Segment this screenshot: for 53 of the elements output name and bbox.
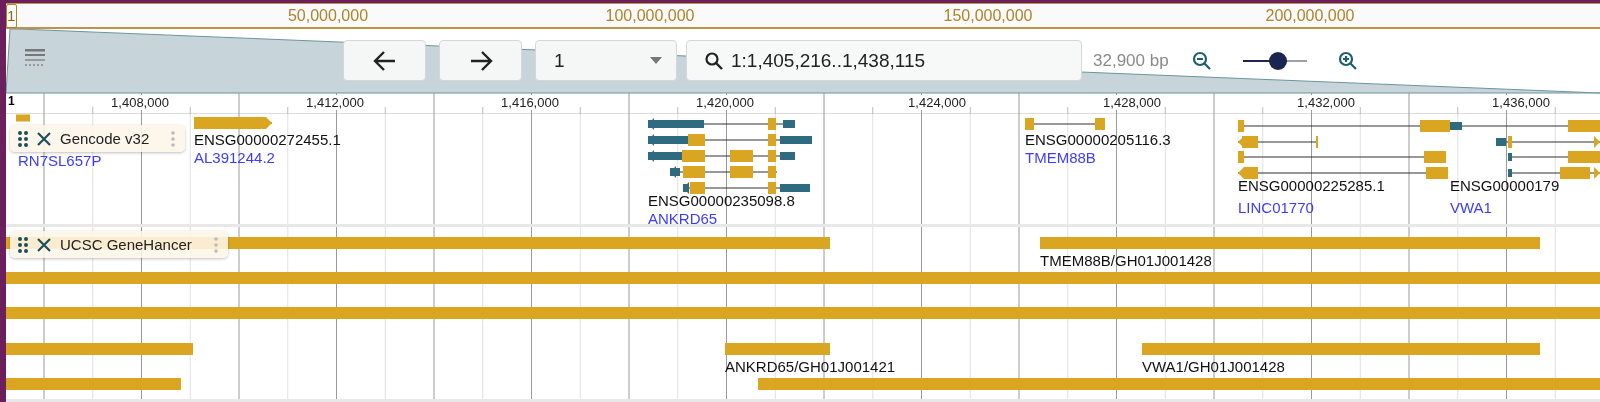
drag-handle-icon[interactable] [18,236,28,253]
region-label: VWA1/GH01J001428 [1142,358,1285,375]
zoom-out-icon[interactable] [1191,50,1212,71]
ruler-tick-label: 1,408,000 [109,94,171,110]
zoom-in-icon[interactable] [1337,50,1358,71]
gene-name-label: RN7SL657P [18,152,102,169]
feature-id-label: ENSG00000205116.3 [1025,131,1171,148]
overview-chromosome-label: 1 [6,4,17,28]
gene-glyph[interactable] [1237,120,1451,179]
feature-id-label: ENSG00000225285.1 [1238,177,1385,194]
region-select[interactable]: 1 [535,40,677,82]
overview-tick-label: 150,000,000 [943,7,1033,25]
location-search-field[interactable]: 1:1,405,216..1,438,115 [686,40,1082,82]
more-options-icon[interactable] [213,236,218,253]
ruler-tick-label: 1,436,000 [1490,94,1552,110]
ruler-tick-label: 1,412,000 [304,94,366,110]
gene-glyph[interactable] [647,118,813,194]
arrow-right-icon [468,49,493,72]
caret-icon [650,57,662,65]
gene-name-label: TMEM88B [1025,149,1096,166]
ruler-tick-label: 1,416,000 [499,94,561,110]
forward-button[interactable] [439,40,522,82]
more-options-icon[interactable] [171,130,176,147]
region-label: ANKRD65/GH01J001421 [725,358,896,375]
track-title: UCSC GeneHancer [60,236,192,253]
gene-name-label: VWA1 [1450,199,1492,216]
feature-id-label: ENSG00000235098.8 [648,192,795,209]
gene-glyph[interactable] [1024,118,1106,130]
span-length-label: 32,900 bp [1093,50,1169,71]
ruler-tick-label: 1,424,000 [906,94,968,110]
arrow-left-icon [372,49,397,72]
overview-tick-label: 100,000,000 [605,7,695,25]
ruler-tick-label: 1,432,000 [1295,94,1357,110]
search-icon [705,51,723,70]
ruler-tick-label: 1,428,000 [1101,94,1163,110]
gene-name-label: AL391244.2 [194,149,275,166]
region-label: TMEM88B/GH01J001428 [1040,252,1212,269]
track-selector-icon[interactable] [25,49,45,68]
track-title: Gencode v32 [60,130,150,147]
zoom-slider-thumb[interactable] [1268,51,1287,70]
gene-name-label: LINC01770 [1238,199,1314,216]
feature-id-label: ENSG00000272455.1 [194,131,341,148]
gene-glyph[interactable] [1449,120,1600,179]
back-button[interactable] [343,40,426,82]
close-icon[interactable] [36,130,52,147]
feature-id-label: ENSG00000179 [1450,177,1560,194]
drag-handle-icon[interactable] [18,130,28,147]
overview-tick-label: 50,000,000 [287,7,369,25]
ruler-chromosome-label: 1 [8,93,15,108]
overview-tick-label: 200,000,000 [1265,7,1355,25]
gene-name-label: ANKRD65 [648,210,718,224]
ruler-tick-label: 1,420,000 [694,94,756,110]
close-icon[interactable] [36,236,52,253]
